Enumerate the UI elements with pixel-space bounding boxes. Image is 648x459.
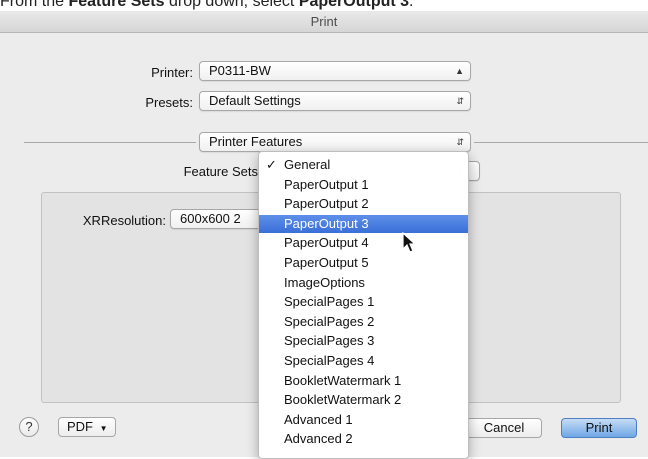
help-button[interactable]: ? bbox=[19, 417, 39, 437]
caption-field: Feature Sets bbox=[68, 0, 165, 10]
xr-resolution-label: XRResolution: bbox=[82, 213, 166, 228]
menu-item[interactable]: PaperOutput 2 bbox=[259, 195, 468, 213]
menu-item-label: PaperOutput 1 bbox=[284, 176, 369, 192]
printer-label: Printer: bbox=[151, 65, 193, 80]
section-value: Printer Features bbox=[209, 134, 303, 149]
caption-choice: PaperOutput 3 bbox=[298, 0, 410, 10]
menu-item-label: PaperOutput 5 bbox=[284, 255, 369, 270]
menu-item-label: PaperOutput 2 bbox=[284, 196, 369, 212]
menu-item[interactable]: PaperOutput 4 bbox=[259, 234, 468, 252]
up-down-arrows-icon: ⇵ bbox=[456, 96, 464, 106]
menu-item-label: SpecialPages 1 bbox=[284, 294, 375, 310]
checkmark-icon: ✓ bbox=[266, 157, 277, 172]
presets-label: Presets: bbox=[145, 95, 193, 110]
print-button[interactable]: Print bbox=[561, 418, 637, 438]
menu-item-label: BookletWatermark 1 bbox=[284, 372, 402, 388]
cancel-button[interactable]: Cancel bbox=[466, 418, 542, 438]
menu-item[interactable]: SpecialPages 2 bbox=[259, 313, 468, 331]
menu-item-label: PaperOutput 4 bbox=[284, 235, 369, 251]
menu-item-label: BookletWatermark 2 bbox=[284, 392, 402, 408]
pdf-label: PDF bbox=[67, 419, 93, 434]
printer-value: P0311-BW bbox=[209, 63, 271, 78]
menu-item[interactable]: PaperOutput 3 bbox=[259, 214, 468, 233]
menu-item-label: PaperOutput 3 bbox=[284, 215, 369, 231]
menu-item[interactable]: SpecialPages 3 bbox=[259, 332, 468, 350]
separator-left bbox=[24, 142, 196, 143]
menu-item[interactable]: BookletWatermark 2 bbox=[259, 391, 468, 409]
pdf-button[interactable]: PDF ▼ bbox=[58, 417, 116, 437]
menu-item-label: General bbox=[284, 157, 331, 172]
dialog-title: Print bbox=[0, 11, 648, 33]
menu-item[interactable]: PaperOutput 1 bbox=[259, 176, 468, 194]
menu-item-label: SpecialPages 2 bbox=[284, 313, 375, 329]
menu-item[interactable]: BookletWatermark 1 bbox=[259, 372, 468, 390]
feature-sets-menu: ✓ General PaperOutput 1 PaperOutput 2 PaperO… bbox=[258, 151, 469, 459]
menu-item[interactable]: ✓ General bbox=[259, 156, 468, 174]
section-popup[interactable]: Printer Features ⇵ bbox=[199, 132, 471, 152]
presets-value: Default Settings bbox=[209, 93, 301, 108]
up-down-arrows-icon: ⇵ bbox=[456, 137, 464, 147]
mouse-pointer-icon bbox=[402, 232, 416, 253]
menu-item-label: Advanced 2 bbox=[284, 431, 353, 447]
menu-item[interactable]: Advanced 2 bbox=[259, 430, 468, 448]
menu-item[interactable]: SpecialPages 1 bbox=[259, 293, 468, 311]
chevron-down-icon: ▼ bbox=[99, 424, 108, 433]
instruction-caption: From the Feature Sets drop down, select … bbox=[0, 0, 648, 11]
caption-middle: drop down, select bbox=[164, 0, 299, 10]
menu-item-label: SpecialPages 3 bbox=[284, 333, 375, 349]
feature-sets-label: Feature Sets bbox=[183, 164, 258, 179]
menu-item[interactable]: Advanced 1 bbox=[259, 411, 468, 429]
menu-item[interactable]: PaperOutput 5 bbox=[259, 254, 468, 272]
menu-item-label: Advanced 1 bbox=[284, 411, 353, 427]
menu-item[interactable]: ImageOptions bbox=[259, 274, 468, 292]
caption-prefix: From the bbox=[0, 0, 69, 10]
separator-right bbox=[474, 142, 648, 143]
xr-resolution-value: 600x600 2 bbox=[180, 211, 241, 226]
caption-suffix: . bbox=[409, 0, 414, 10]
up-down-arrows-icon: ▲ bbox=[455, 66, 464, 76]
presets-popup[interactable]: Default Settings ⇵ bbox=[199, 91, 471, 111]
printer-popup[interactable]: P0311-BW ▲ bbox=[199, 61, 471, 81]
menu-item-label: ImageOptions bbox=[284, 274, 365, 290]
menu-item[interactable]: SpecialPages 4 bbox=[259, 352, 468, 370]
menu-item-label: SpecialPages 4 bbox=[284, 353, 375, 368]
